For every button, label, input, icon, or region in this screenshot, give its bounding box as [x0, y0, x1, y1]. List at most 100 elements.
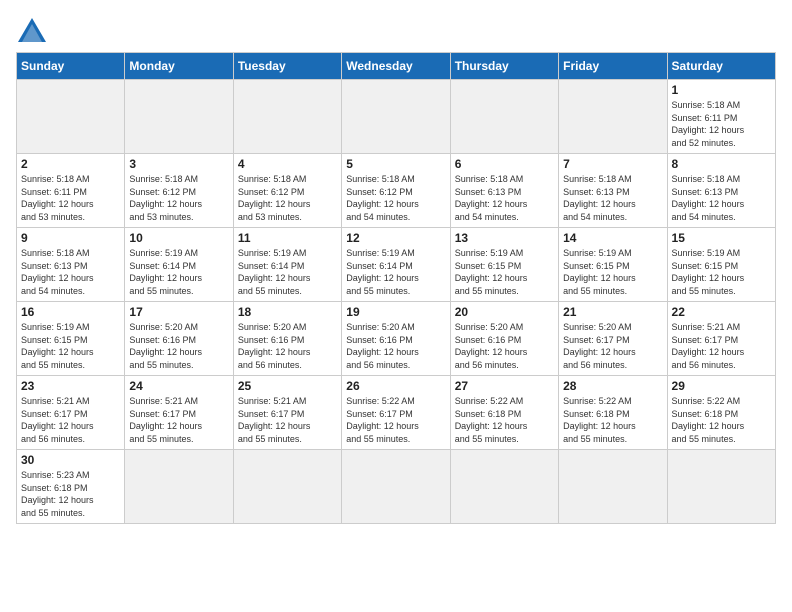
- day-number: 11: [238, 231, 337, 245]
- day-number: 10: [129, 231, 228, 245]
- calendar-cell: [125, 450, 233, 524]
- calendar-cell: [559, 450, 667, 524]
- calendar-cell: [125, 80, 233, 154]
- day-info: Sunrise: 5:19 AM Sunset: 6:15 PM Dayligh…: [563, 247, 662, 297]
- calendar-cell: 21Sunrise: 5:20 AM Sunset: 6:17 PM Dayli…: [559, 302, 667, 376]
- day-number: 29: [672, 379, 771, 393]
- calendar-cell: [233, 80, 341, 154]
- calendar-cell: [559, 80, 667, 154]
- day-number: 22: [672, 305, 771, 319]
- day-number: 5: [346, 157, 445, 171]
- col-header-monday: Monday: [125, 53, 233, 80]
- col-header-wednesday: Wednesday: [342, 53, 450, 80]
- day-number: 20: [455, 305, 554, 319]
- calendar-cell: 24 Sunrise: 5:21 AM Sunset: 6:17 PM Dayli…: [125, 376, 233, 450]
- day-number: 16: [21, 305, 120, 319]
- day-info: Sunrise: 5:18 AM Sunset: 6:12 PM Dayligh…: [238, 173, 337, 223]
- calendar-cell: 19 Sunrise: 5:20 AM Sunset: 6:16 PM Dayli…: [342, 302, 450, 376]
- col-header-sunday: Sunday: [17, 53, 125, 80]
- day-number: 24: [129, 379, 228, 393]
- calendar-cell: 22 Sunrise: 5:21 AM Sunset: 6:17 PM Dayli…: [667, 302, 775, 376]
- col-header-tuesday: Tuesday: [233, 53, 341, 80]
- calendar-cell: 14 Sunrise: 5:19 AM Sunset: 6:15 PM Dayli…: [559, 228, 667, 302]
- calendar-cell: 5Sunrise: 5:18 AM Sunset: 6:12 PM Daylig…: [342, 154, 450, 228]
- day-info: Sunrise: 5:21 AM Sunset: 6:17 PM Dayligh…: [129, 395, 228, 445]
- calendar-cell: 10 Sunrise: 5:19 AM Sunset: 6:14 PM Dayli…: [125, 228, 233, 302]
- day-info: Sunrise: 5:19 AM Sunset: 6:14 PM Dayligh…: [129, 247, 228, 297]
- day-number: 18: [238, 305, 337, 319]
- day-info: Sunrise: 5:19 AM Sunset: 6:15 PM Dayligh…: [21, 321, 120, 371]
- calendar-cell: [342, 450, 450, 524]
- calendar-table: SundayMondayTuesdayWednesdayThursdayFrid…: [16, 52, 776, 524]
- day-info: Sunrise: 5:20 AM Sunset: 6:16 PM Dayligh…: [346, 321, 445, 371]
- day-info: Sunrise: 5:19 AM Sunset: 6:14 PM Dayligh…: [238, 247, 337, 297]
- day-number: 8: [672, 157, 771, 171]
- calendar-cell: 4 Sunrise: 5:18 AM Sunset: 6:12 PM Daylig…: [233, 154, 341, 228]
- page-header: [16, 16, 776, 44]
- day-number: 21: [563, 305, 662, 319]
- calendar-cell: [17, 80, 125, 154]
- calendar-cell: [450, 450, 558, 524]
- logo: [16, 16, 52, 44]
- day-info: Sunrise: 5:22 AM Sunset: 6:18 PM Dayligh…: [563, 395, 662, 445]
- calendar-cell: [233, 450, 341, 524]
- day-number: 27: [455, 379, 554, 393]
- day-number: 4: [238, 157, 337, 171]
- day-info: Sunrise: 5:18 AM Sunset: 6:11 PM Dayligh…: [672, 99, 771, 149]
- day-info: Sunrise: 5:18 AM Sunset: 6:13 PM Dayligh…: [672, 173, 771, 223]
- calendar-cell: 1 Sunrise: 5:18 AM Sunset: 6:11 PM Daylig…: [667, 80, 775, 154]
- calendar-cell: 7 Sunrise: 5:18 AM Sunset: 6:13 PM Daylig…: [559, 154, 667, 228]
- calendar-cell: 3 Sunrise: 5:18 AM Sunset: 6:12 PM Daylig…: [125, 154, 233, 228]
- calendar-cell: 15Sunrise: 5:19 AM Sunset: 6:15 PM Dayli…: [667, 228, 775, 302]
- day-number: 25: [238, 379, 337, 393]
- day-info: Sunrise: 5:21 AM Sunset: 6:17 PM Dayligh…: [21, 395, 120, 445]
- calendar-cell: [667, 450, 775, 524]
- day-info: Sunrise: 5:21 AM Sunset: 6:17 PM Dayligh…: [238, 395, 337, 445]
- calendar-cell: [342, 80, 450, 154]
- day-number: 13: [455, 231, 554, 245]
- day-info: Sunrise: 5:18 AM Sunset: 6:13 PM Dayligh…: [21, 247, 120, 297]
- day-number: 6: [455, 157, 554, 171]
- day-info: Sunrise: 5:20 AM Sunset: 6:16 PM Dayligh…: [238, 321, 337, 371]
- calendar-cell: 27 Sunrise: 5:22 AM Sunset: 6:18 PM Dayli…: [450, 376, 558, 450]
- calendar-cell: [450, 80, 558, 154]
- day-number: 17: [129, 305, 228, 319]
- day-number: 30: [21, 453, 120, 467]
- calendar-cell: 25 Sunrise: 5:21 AM Sunset: 6:17 PM Dayli…: [233, 376, 341, 450]
- day-number: 14: [563, 231, 662, 245]
- calendar-cell: 17 Sunrise: 5:20 AM Sunset: 6:16 PM Dayli…: [125, 302, 233, 376]
- calendar-cell: 11 Sunrise: 5:19 AM Sunset: 6:14 PM Dayli…: [233, 228, 341, 302]
- day-number: 7: [563, 157, 662, 171]
- calendar-cell: 23 Sunrise: 5:21 AM Sunset: 6:17 PM Dayli…: [17, 376, 125, 450]
- day-number: 2: [21, 157, 120, 171]
- day-info: Sunrise: 5:22 AM Sunset: 6:18 PM Dayligh…: [455, 395, 554, 445]
- day-info: Sunrise: 5:20 AM Sunset: 6:16 PM Dayligh…: [455, 321, 554, 371]
- calendar-cell: 29Sunrise: 5:22 AM Sunset: 6:18 PM Dayli…: [667, 376, 775, 450]
- col-header-saturday: Saturday: [667, 53, 775, 80]
- calendar-cell: 2 Sunrise: 5:18 AM Sunset: 6:11 PM Daylig…: [17, 154, 125, 228]
- day-info: Sunrise: 5:21 AM Sunset: 6:17 PM Dayligh…: [672, 321, 771, 371]
- day-info: Sunrise: 5:18 AM Sunset: 6:11 PM Dayligh…: [21, 173, 120, 223]
- calendar-cell: 12 Sunrise: 5:19 AM Sunset: 6:14 PM Dayli…: [342, 228, 450, 302]
- day-info: Sunrise: 5:18 AM Sunset: 6:13 PM Dayligh…: [563, 173, 662, 223]
- day-info: Sunrise: 5:19 AM Sunset: 6:14 PM Dayligh…: [346, 247, 445, 297]
- day-number: 1: [672, 83, 771, 97]
- day-number: 26: [346, 379, 445, 393]
- day-number: 9: [21, 231, 120, 245]
- day-info: Sunrise: 5:20 AM Sunset: 6:16 PM Dayligh…: [129, 321, 228, 371]
- col-header-thursday: Thursday: [450, 53, 558, 80]
- col-header-friday: Friday: [559, 53, 667, 80]
- day-info: Sunrise: 5:19 AM Sunset: 6:15 PM Dayligh…: [455, 247, 554, 297]
- calendar-cell: 20 Sunrise: 5:20 AM Sunset: 6:16 PM Dayli…: [450, 302, 558, 376]
- calendar-cell: 8 Sunrise: 5:18 AM Sunset: 6:13 PM Daylig…: [667, 154, 775, 228]
- calendar-cell: 28Sunrise: 5:22 AM Sunset: 6:18 PM Dayli…: [559, 376, 667, 450]
- day-info: Sunrise: 5:19 AM Sunset: 6:15 PM Dayligh…: [672, 247, 771, 297]
- day-number: 23: [21, 379, 120, 393]
- day-info: Sunrise: 5:18 AM Sunset: 6:12 PM Dayligh…: [129, 173, 228, 223]
- day-number: 3: [129, 157, 228, 171]
- day-info: Sunrise: 5:18 AM Sunset: 6:13 PM Dayligh…: [455, 173, 554, 223]
- day-number: 12: [346, 231, 445, 245]
- day-number: 19: [346, 305, 445, 319]
- calendar-cell: 13 Sunrise: 5:19 AM Sunset: 6:15 PM Dayli…: [450, 228, 558, 302]
- day-info: Sunrise: 5:22 AM Sunset: 6:17 PM Dayligh…: [346, 395, 445, 445]
